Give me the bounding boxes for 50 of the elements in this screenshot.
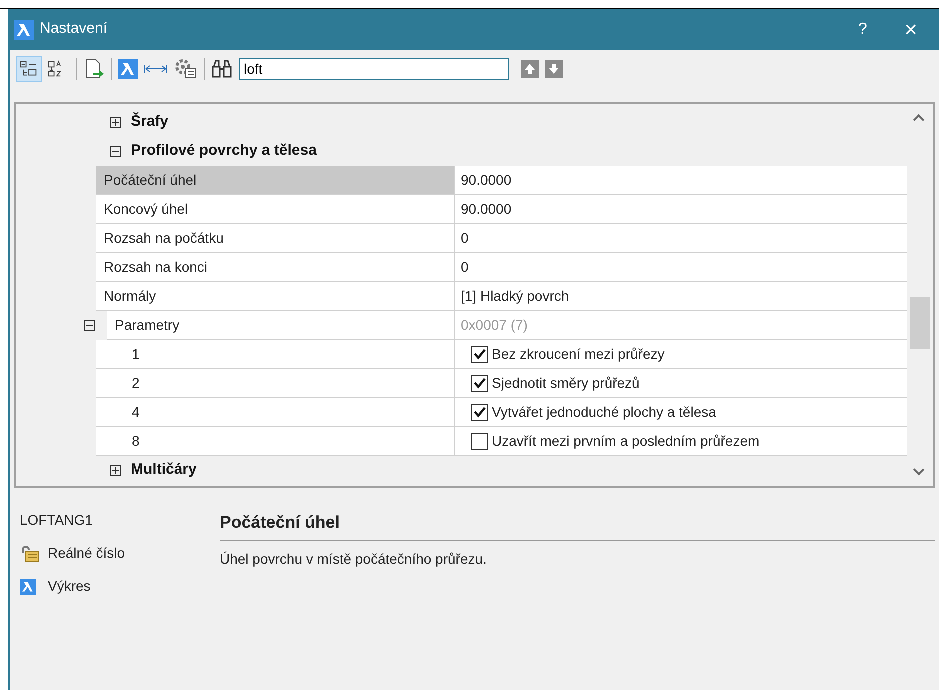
flag-number[interactable]: 1 (96, 340, 454, 369)
description-title: Počáteční úhel (220, 513, 340, 532)
next-icon[interactable] (545, 60, 563, 78)
property-value[interactable]: 90.0000 (454, 195, 907, 224)
property-name[interactable]: Rozsah na počátku (96, 224, 454, 253)
description-text: Úhel povrchu v místě počátečního průřezu. (220, 550, 488, 569)
lock-icon (20, 544, 40, 562)
property-value[interactable]: 0 (454, 253, 907, 282)
checkbox-label: Uzavřít mezi prvním a posledním průřezem (492, 432, 760, 451)
gear-icon[interactable] (174, 58, 198, 80)
property-name[interactable]: Počáteční úhel (96, 166, 454, 195)
window-title: Nastavení (40, 19, 108, 40)
previous-icon[interactable] (521, 60, 539, 78)
property-name[interactable]: Rozsah na konci (96, 253, 454, 282)
property-value[interactable]: 90.0000 (454, 166, 907, 195)
help-button[interactable]: ? (843, 18, 883, 42)
collapse-icon[interactable] (110, 146, 121, 157)
dimension-icon[interactable] (144, 64, 168, 74)
category-label: Profilové povrchy a tělesa (131, 141, 317, 162)
checkbox-label: Sjednotit směry průřezů (492, 374, 640, 393)
property-name[interactable]: Normály (96, 282, 454, 311)
app-logo-icon (20, 578, 36, 594)
collapse-icon[interactable] (84, 320, 95, 331)
scope-label: Výkres (48, 577, 91, 596)
close-button[interactable]: × (883, 13, 939, 46)
property-name[interactable]: Parametry (107, 311, 454, 340)
categorized-view-button[interactable] (16, 56, 42, 82)
property-value[interactable]: 0 (454, 224, 907, 253)
search-field[interactable]: loft (239, 58, 509, 80)
variable-name: LOFTANG1 (20, 511, 94, 530)
property-value[interactable]: [1] Hladký povrch (454, 282, 907, 311)
checkbox[interactable] (471, 374, 488, 392)
checkbox[interactable] (471, 346, 488, 362)
flag-number[interactable]: 4 (96, 398, 454, 427)
checkbox-label: Vytvářet jednoduché plochy a tělesa (492, 402, 716, 422)
category-label: Šrafy (131, 112, 169, 132)
flag-number[interactable]: 2 (96, 369, 454, 398)
checkbox[interactable] (471, 432, 488, 450)
app-logo-icon (14, 20, 34, 40)
app-logo-icon[interactable] (118, 59, 138, 79)
expand-icon[interactable] (110, 117, 121, 128)
checkbox-label: Bez zkroucení mezi průřezy (492, 344, 665, 364)
binoculars-icon[interactable] (211, 59, 233, 79)
checkbox[interactable] (471, 404, 488, 420)
expand-icon[interactable] (110, 465, 121, 476)
flag-number[interactable]: 8 (96, 427, 454, 456)
property-name[interactable]: Koncový úhel (96, 195, 454, 224)
scroll-thumb[interactable] (910, 297, 930, 349)
category-label: Multičáry (131, 460, 197, 480)
type-label: Reálné číslo (48, 544, 126, 563)
